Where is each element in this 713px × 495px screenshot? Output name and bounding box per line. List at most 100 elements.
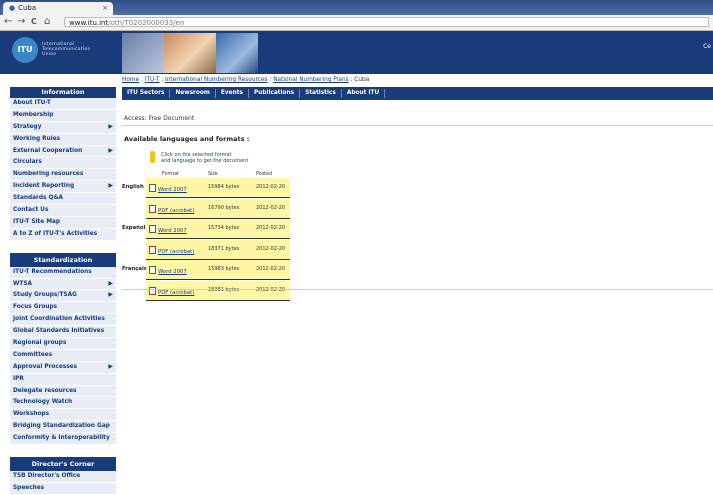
sidebar-item[interactable]: Focus Groups: [10, 302, 116, 315]
hint-line: and language to get the document: [161, 158, 249, 164]
format-link[interactable]: PDF (acrobat): [149, 286, 194, 296]
back-arrow-icon[interactable]: ←: [4, 16, 12, 28]
top-nav: ITU Sectors Newsroom Events Publications…: [122, 87, 713, 100]
pdf-file-icon: [149, 204, 156, 213]
format-link[interactable]: Word 2007: [149, 225, 187, 234]
sidebar-item[interactable]: Strategy ▶: [10, 121, 116, 134]
header-photo: [164, 33, 216, 73]
sidebar-item[interactable]: TSB Director's Office: [10, 471, 116, 483]
breadcrumb-nnp[interactable]: National Numbering Plans: [273, 77, 348, 83]
sidebar-item-label: Speeches: [13, 484, 45, 491]
sidebar-item[interactable]: Regional groups: [10, 338, 116, 350]
sidebar-item[interactable]: Committees: [10, 349, 116, 362]
sidebar-item[interactable]: Joint Coordination Activities: [10, 314, 116, 327]
submenu-arrow-icon: ▶: [108, 362, 113, 370]
forward-arrow-icon[interactable]: →: [17, 16, 25, 28]
format-label: Word 2007: [158, 187, 187, 193]
sidebar-item-label: Contact Us: [13, 207, 49, 214]
sidebar-item-label: Standards Q&A: [13, 195, 63, 202]
sidebar-item-label: Joint Coordination Activities: [13, 316, 105, 323]
browser-tab[interactable]: ● Cuba ×: [3, 2, 113, 15]
globe-icon: ●: [9, 4, 16, 12]
table-row: English Word 2007 15984 bytes 2012-02-20: [122, 178, 292, 199]
nav-events[interactable]: Events: [216, 89, 249, 98]
file-size: 15734 bytes: [208, 225, 240, 231]
sidebar-item[interactable]: Approval Processes ▶: [10, 361, 116, 374]
posted-date: 2012-02-20: [256, 266, 286, 272]
sidebar-item[interactable]: Working Rules: [10, 133, 116, 146]
sidebar-item-label: Numbering resources: [13, 171, 84, 178]
sidebar-item[interactable]: WTSA ▶: [10, 278, 116, 291]
sidebar-item[interactable]: A to Z of ITU-T's Activities: [10, 228, 116, 241]
file-size: 18371 bytes: [208, 245, 240, 252]
divider: [122, 289, 713, 290]
sidebar-item[interactable]: Study Groups/TSAG ▶: [10, 290, 116, 303]
sidebar-item[interactable]: External Cooperation ▶: [10, 145, 116, 158]
sidebar-item-label: Strategy: [13, 123, 42, 130]
table-row: PDF (acrobat)18381 bytes2012-02-20: [122, 280, 292, 302]
breadcrumb-inr[interactable]: International Numbering Resources: [165, 77, 268, 83]
nav-statistics[interactable]: Statistics: [300, 89, 342, 98]
breadcrumb-itut[interactable]: ITU-T: [145, 77, 160, 83]
sidebar-item-label: Focus Groups: [13, 304, 58, 311]
sidebar-item[interactable]: Incident Reporting ▶: [10, 181, 116, 194]
address-bar[interactable]: www.itu.int/oth/T0202000033/en: [64, 17, 709, 27]
access-label: Access: Free Document: [124, 115, 195, 122]
sidebar-item[interactable]: Numbering resources: [10, 169, 116, 182]
sidebar-item-label: Bridging Standardization Gap: [13, 423, 110, 430]
sidebar-item[interactable]: Circulars: [10, 157, 116, 170]
breadcrumb: Home : ITU-T : International Numbering R…: [122, 77, 369, 83]
format-label: PDF (acrobat): [158, 207, 195, 214]
sidebar-item[interactable]: Workshops: [10, 409, 116, 422]
pointer-icon: [150, 151, 155, 163]
home-icon[interactable]: ⌂: [44, 16, 50, 28]
browser-tab-bar: ● Cuba ×: [0, 0, 713, 15]
format-link[interactable]: Word 2007: [149, 184, 187, 193]
format-cell: PDF (acrobat) 16790 bytes 2012-02-20: [146, 198, 290, 218]
reload-icon[interactable]: C: [31, 16, 37, 28]
language-label: Français: [122, 266, 147, 272]
sidebar-item-label: Technology Watch: [13, 399, 73, 406]
nav-itu-sectors[interactable]: ITU Sectors: [122, 89, 171, 98]
sidebar-item-label: Approval Processes: [13, 363, 78, 370]
language-label: Español: [122, 225, 146, 231]
sidebar-item[interactable]: Conformity & Interoperability: [10, 433, 116, 446]
format-link[interactable]: Word 2007: [149, 266, 187, 275]
pdf-file-icon: [149, 286, 156, 295]
sidebar-item[interactable]: Technology Watch: [10, 397, 116, 410]
nav-newsroom[interactable]: Newsroom: [170, 89, 216, 98]
file-size: 16790 bytes: [208, 204, 240, 211]
sidebar-item[interactable]: Membership: [10, 109, 116, 122]
close-tab-icon[interactable]: ×: [102, 2, 108, 15]
nav-publications[interactable]: Publications: [249, 89, 301, 98]
breadcrumb-home[interactable]: Home: [122, 77, 139, 83]
sidebar-item[interactable]: ITU-T Recommendations: [10, 266, 116, 279]
nav-about-itu[interactable]: About ITU: [342, 89, 386, 98]
language-label: English: [122, 184, 144, 190]
col-header-size: Size: [208, 172, 218, 177]
itu-logo[interactable]: ITU: [12, 37, 38, 63]
sidebar-item[interactable]: IPR: [10, 373, 116, 386]
format-link[interactable]: PDF (acrobat): [149, 204, 195, 214]
sidebar-item-label: Incident Reporting: [13, 183, 75, 190]
sidebar-item-label: ITU-T Site Map: [13, 218, 61, 225]
sidebar-item[interactable]: Contact Us: [10, 205, 116, 217]
org-name: International Telecommunication Union: [42, 42, 91, 57]
sidebar-item[interactable]: ITU-T Site Map: [10, 216, 116, 229]
sidebar-item[interactable]: About ITU-T: [10, 98, 116, 110]
sidebar-item-label: Delegate resources: [13, 387, 77, 394]
sidebar-item[interactable]: Delegate resources: [10, 385, 116, 398]
sidebar-item[interactable]: Bridging Standardization Gap: [10, 421, 116, 434]
format-cell: Word 2007 15984 bytes 2012-02-20: [146, 178, 290, 197]
hint-text: Click on the selected format and languag…: [161, 152, 248, 164]
format-link[interactable]: PDF (acrobat): [149, 245, 194, 255]
sidebar-item-label: Conformity & Interoperability: [13, 435, 110, 442]
sidebar-item[interactable]: Standards Q&A: [10, 193, 116, 206]
sidebar-section-standardization: ITU-T Recommendations WTSA ▶ Study Groups/T…: [10, 266, 116, 446]
sidebar-item[interactable]: Global Standards Initiatives: [10, 326, 116, 339]
sidebar-item[interactable]: Speeches: [10, 482, 116, 495]
url-path: /oth/T0202000033/en: [108, 19, 185, 27]
sidebar-item-label: Circulars: [13, 159, 42, 166]
pdf-file-icon: [149, 245, 156, 254]
